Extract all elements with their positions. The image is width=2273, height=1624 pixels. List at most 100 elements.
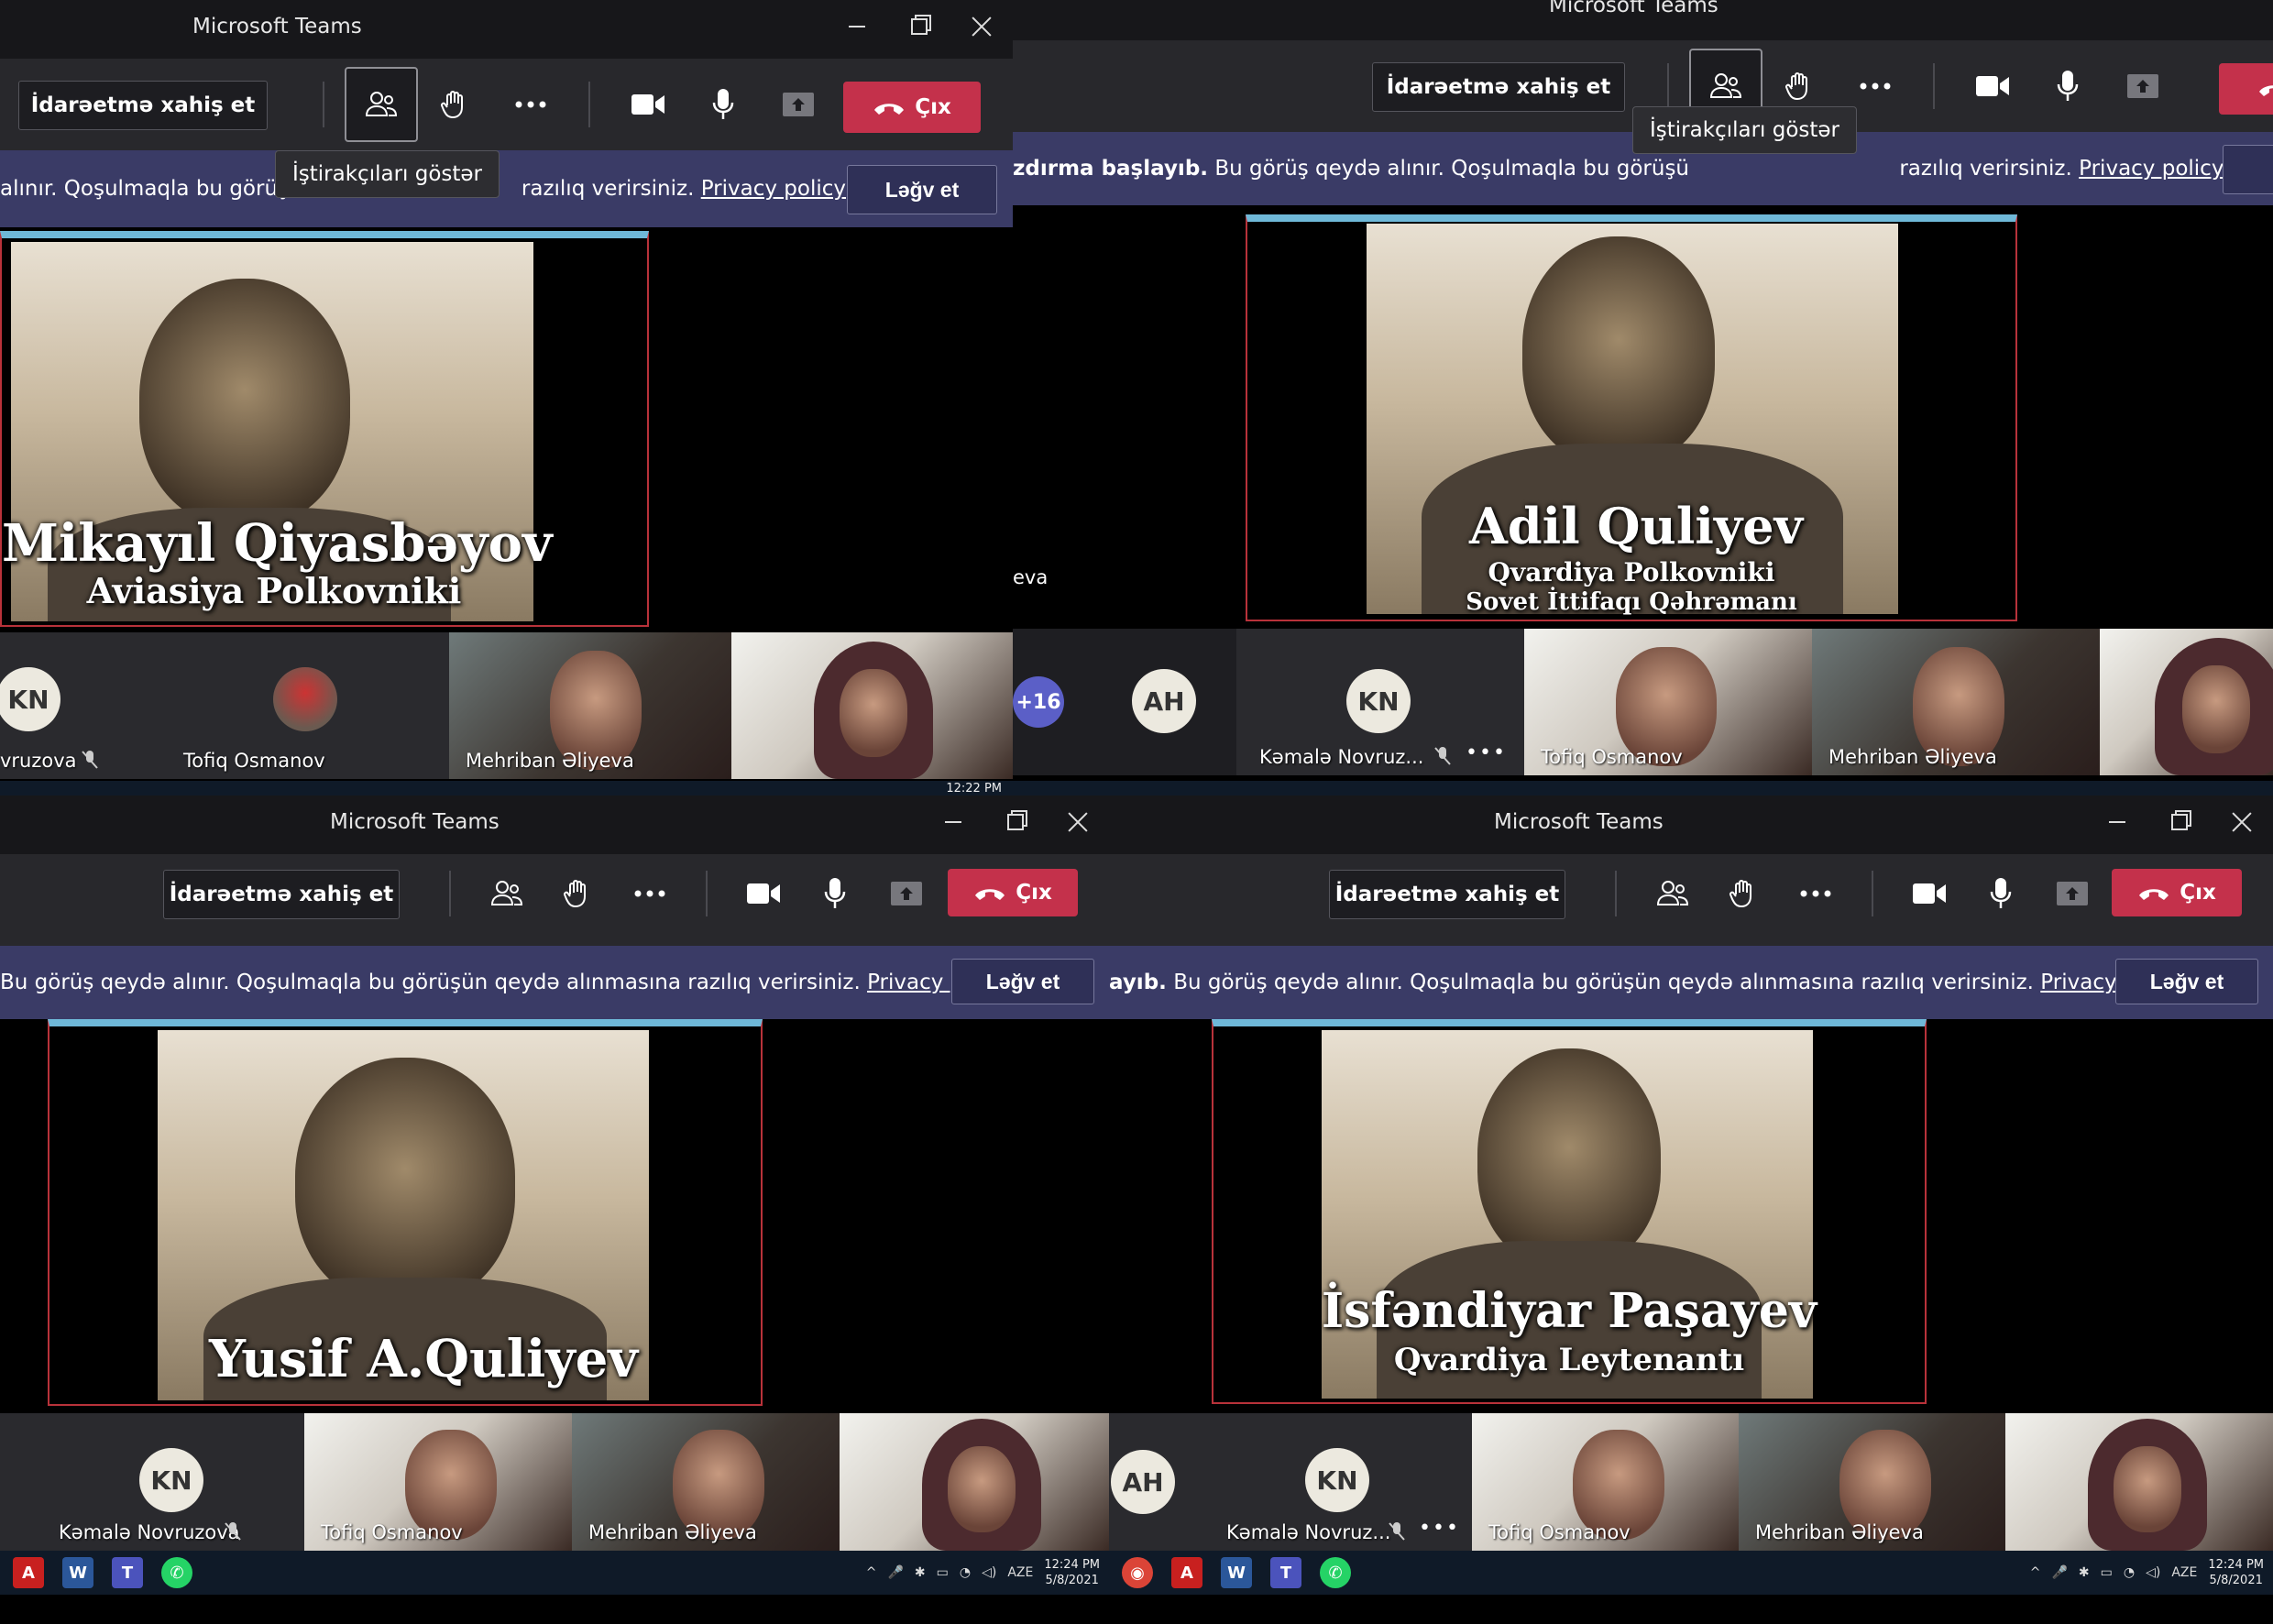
participant-tile[interactable]: KN Kəmalə Novruz... ••• bbox=[1236, 629, 1524, 775]
camera-button[interactable] bbox=[1955, 49, 2030, 124]
share-screen-button[interactable] bbox=[2105, 49, 2180, 124]
close-button[interactable] bbox=[2211, 796, 2273, 849]
tray-chevron-icon[interactable]: ^ bbox=[2030, 1565, 2041, 1580]
minimize-button[interactable] bbox=[826, 0, 888, 53]
minimize-button[interactable] bbox=[922, 796, 984, 849]
raise-hand-button[interactable] bbox=[418, 67, 493, 142]
minimize-button[interactable] bbox=[2257, 0, 2273, 35]
maximize-button[interactable] bbox=[888, 0, 950, 53]
participant-video-tile[interactable]: Mehriban Əliyeva bbox=[572, 1413, 840, 1551]
cancel-button[interactable]: Ləğv et bbox=[847, 165, 997, 214]
participant-tile[interactable]: KN Kəmalə Novruzova bbox=[37, 1413, 304, 1551]
tray-wifi-icon[interactable]: ◔ bbox=[2124, 1565, 2135, 1580]
participant-video-tile[interactable] bbox=[2100, 629, 2273, 775]
tile-more-icon[interactable]: ••• bbox=[1419, 1517, 1460, 1540]
clock[interactable]: 12:24 PM 5/8/2021 bbox=[1044, 1557, 1100, 1588]
recording-banner: alınır. Qoşulmaqla bu görüşü razılıq ver… bbox=[0, 150, 1013, 227]
share-screen-button[interactable] bbox=[2037, 856, 2108, 931]
word-icon[interactable]: W bbox=[62, 1557, 93, 1588]
minimize-button[interactable] bbox=[2086, 796, 2148, 849]
request-control-button[interactable]: İdarəetmə xahiş et bbox=[163, 870, 400, 919]
separator bbox=[706, 871, 708, 916]
more-actions-button[interactable] bbox=[614, 856, 686, 931]
tray-bluetooth-icon[interactable]: ✱ bbox=[915, 1565, 926, 1580]
chrome-icon[interactable]: ◉ bbox=[1122, 1557, 1153, 1588]
whatsapp-icon[interactable]: ✆ bbox=[161, 1557, 192, 1588]
acrobat-icon[interactable]: A bbox=[13, 1557, 44, 1588]
show-participants-button[interactable] bbox=[471, 856, 543, 931]
camera-button[interactable] bbox=[610, 67, 686, 142]
more-actions-button[interactable] bbox=[493, 67, 568, 142]
cancel-button[interactable]: Ləğv et bbox=[2115, 959, 2258, 1004]
teams-icon[interactable]: T bbox=[1270, 1557, 1301, 1588]
participant-video-tile[interactable]: Mehriban Əliyeva bbox=[449, 632, 731, 779]
microphone-button[interactable] bbox=[799, 856, 871, 931]
taskbar-apps: ◉ A W T ✆ bbox=[1122, 1557, 1351, 1588]
word-icon[interactable]: W bbox=[1221, 1557, 1252, 1588]
maximize-button[interactable] bbox=[2148, 796, 2211, 849]
microphone-icon bbox=[2057, 71, 2079, 101]
acrobat-icon[interactable]: A bbox=[1171, 1557, 1202, 1588]
close-button[interactable] bbox=[950, 0, 1013, 53]
privacy-policy-link[interactable]: Privacy policy bbox=[701, 177, 846, 201]
participant-tile[interactable]: KN vruzova bbox=[0, 632, 167, 779]
tray-volume-icon[interactable]: ◁) bbox=[982, 1565, 996, 1580]
leave-button[interactable]: Çıx bbox=[948, 869, 1078, 916]
request-control-button[interactable]: İdarəetmə xahiş et bbox=[1329, 870, 1565, 919]
microphone-button[interactable] bbox=[1965, 856, 2037, 931]
privacy-policy-link[interactable]: Privacy policy bbox=[2079, 157, 2224, 181]
clock[interactable]: 12:24 PM 5/8/2021 bbox=[2208, 1557, 2264, 1588]
share-screen-button[interactable] bbox=[871, 856, 942, 931]
participant-video-tile[interactable]: Mehriban Əliyeva bbox=[1812, 629, 2100, 775]
show-participants-button[interactable] bbox=[1637, 856, 1708, 931]
more-actions-button[interactable] bbox=[1780, 856, 1851, 931]
recording-status: ayıb. bbox=[1109, 971, 1167, 994]
share-screen-icon bbox=[2127, 74, 2158, 98]
request-control-button[interactable]: İdarəetmə xahiş et bbox=[18, 81, 268, 130]
tray-bluetooth-icon[interactable]: ✱ bbox=[2079, 1565, 2090, 1580]
tile-more-icon[interactable]: ••• bbox=[1466, 741, 1507, 764]
participant-tile[interactable]: AH bbox=[1109, 1413, 1204, 1551]
tray-battery-icon[interactable]: ▭ bbox=[937, 1565, 949, 1580]
tray-chevron-icon[interactable]: ^ bbox=[866, 1565, 877, 1580]
show-participants-button[interactable] bbox=[345, 67, 418, 142]
microphone-button[interactable] bbox=[2030, 49, 2105, 124]
participant-video-tile[interactable]: Tofiq Osmanov bbox=[304, 1413, 572, 1551]
participant-video-tile[interactable] bbox=[2005, 1413, 2273, 1551]
recording-message: Bu görüş qeydə alınır. Qoşulmaqla bu gör… bbox=[1214, 157, 1690, 181]
tray-battery-icon[interactable]: ▭ bbox=[2101, 1565, 2113, 1580]
leave-button[interactable]: Çıx bbox=[843, 82, 981, 133]
participant-video-tile[interactable]: Tofiq Osmanov bbox=[1472, 1413, 1739, 1551]
participant-tile[interactable]: +16 AH bbox=[1013, 629, 1236, 775]
teams-icon[interactable]: T bbox=[112, 1557, 143, 1588]
participant-video-tile[interactable] bbox=[840, 1413, 1109, 1551]
raise-hand-button[interactable] bbox=[1708, 856, 1780, 931]
cancel-button[interactable]: Ləğv et bbox=[951, 959, 1094, 1004]
participants-tooltip: İştirakçıları göstər bbox=[275, 150, 500, 198]
close-button[interactable] bbox=[1047, 796, 1109, 849]
leave-button[interactable] bbox=[2219, 63, 2273, 115]
maximize-button[interactable] bbox=[984, 796, 1047, 849]
taskbar bbox=[1013, 781, 2273, 796]
request-control-button[interactable]: İdarəetmə xahiş et bbox=[1372, 62, 1625, 112]
more-participants-badge[interactable]: +16 bbox=[1013, 676, 1064, 728]
tray-wifi-icon[interactable]: ◔ bbox=[960, 1565, 971, 1580]
camera-button[interactable] bbox=[1894, 856, 1965, 931]
participant-video-tile[interactable]: Mehriban Əliyeva bbox=[1739, 1413, 2005, 1551]
participant-video-tile[interactable] bbox=[731, 632, 1013, 779]
participant-tile[interactable]: KN Kəmalə Novruz... ••• bbox=[1204, 1413, 1472, 1551]
raise-hand-button[interactable] bbox=[543, 856, 614, 931]
participants-tooltip: İştirakçıları göstər bbox=[1632, 106, 1857, 154]
participant-tile[interactable] bbox=[0, 1413, 37, 1551]
microphone-button[interactable] bbox=[686, 67, 761, 142]
tray-volume-icon[interactable]: ◁) bbox=[2146, 1565, 2160, 1580]
camera-button[interactable] bbox=[728, 856, 799, 931]
participant-tile[interactable]: Tofiq Osmanov bbox=[167, 632, 449, 779]
leave-button[interactable]: Çıx bbox=[2112, 869, 2242, 916]
share-screen-button[interactable] bbox=[761, 67, 836, 142]
whatsapp-icon[interactable]: ✆ bbox=[1320, 1557, 1351, 1588]
participant-video-tile[interactable]: Tofiq Osmanov bbox=[1524, 629, 1812, 775]
input-language[interactable]: AZE bbox=[2171, 1565, 2197, 1580]
cancel-button[interactable] bbox=[2223, 145, 2273, 194]
input-language[interactable]: AZE bbox=[1007, 1565, 1033, 1580]
